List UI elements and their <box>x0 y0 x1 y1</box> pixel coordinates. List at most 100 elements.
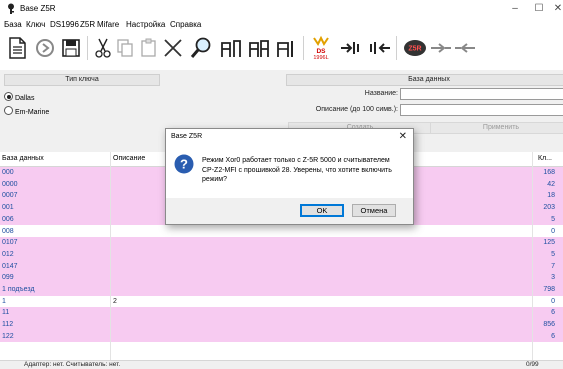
table-row[interactable]: 11 6 <box>0 307 563 320</box>
status-bar: Адаптер: нет. Считыватель: нет. 0/99 <box>0 360 563 369</box>
cell-database-name: 000 <box>2 169 14 176</box>
table-row[interactable]: 1 2 0 <box>0 295 563 308</box>
cell-database-name: 1 <box>2 297 6 305</box>
table-row[interactable]: 099 3 <box>0 272 563 284</box>
column-divider <box>110 152 111 360</box>
svg-text:Z5R: Z5R <box>408 46 421 53</box>
copy-icon[interactable] <box>112 35 138 61</box>
cell-database-name: 1 подъезд <box>2 286 35 293</box>
table-row[interactable]: 122 6 <box>0 330 563 343</box>
name-input[interactable] <box>400 88 563 100</box>
menu-help[interactable]: Справка <box>170 20 201 29</box>
cell-key-count: 42 <box>547 180 555 188</box>
column-header-description[interactable]: Описание <box>113 155 145 162</box>
app-window: Base Z5R – ☐ ✕ База Ключ DS1996 Z5R Mifa… <box>0 0 563 369</box>
cell-key-count: 5 <box>551 250 555 258</box>
question-icon: ? <box>174 154 194 174</box>
new-doc-icon[interactable] <box>4 35 30 61</box>
cell-database-name: 11 <box>2 309 10 317</box>
window-title: Base Z5R <box>20 4 56 13</box>
toolbar: DS 1996L Z5R <box>0 32 563 70</box>
cell-database-name: 099 <box>2 274 14 282</box>
close-button[interactable]: ✕ <box>547 2 563 16</box>
cell-key-count: 0 <box>551 227 555 235</box>
toolbar-separator <box>87 36 88 60</box>
cell-database-name: 001 <box>2 204 14 212</box>
svg-text:1996L: 1996L <box>313 55 328 61</box>
status-counter: 0/99 <box>526 361 539 368</box>
cell-database-name: 112 <box>2 321 14 329</box>
cell-database-name: 0147 <box>2 262 18 270</box>
database-header: База данных <box>286 74 563 86</box>
search-icon[interactable] <box>188 35 214 61</box>
list-icon[interactable] <box>274 35 300 61</box>
menu-ds1996[interactable]: DS1996 <box>50 20 79 29</box>
cell-key-count: 18 <box>547 192 555 200</box>
table-row[interactable]: 012 5 <box>0 248 563 261</box>
column-header-database[interactable]: База данных <box>2 155 44 162</box>
paste-icon[interactable] <box>136 35 162 61</box>
status-adapter: Адаптер: нет. Считыватель: нет. <box>24 361 121 368</box>
column-header-keys[interactable]: Кл... <box>538 155 552 162</box>
description-label: Описание (до 100 симв.): <box>315 106 398 113</box>
radio-em-marine[interactable]: Em-Marine <box>4 106 49 116</box>
cell-key-count: 5 <box>551 215 555 223</box>
dialog-footer: OK Отмена <box>166 198 413 224</box>
cell-key-count: 6 <box>551 309 555 317</box>
title-bar: Base Z5R – ☐ ✕ <box>0 0 563 18</box>
radio-dot-selected-icon <box>4 92 13 101</box>
cell-database-name: 008 <box>2 227 14 235</box>
radio-dallas[interactable]: Dallas <box>4 92 34 102</box>
table-row[interactable]: 112 856 <box>0 319 563 331</box>
toolbar-separator <box>303 36 304 60</box>
menu-settings[interactable]: Настройка <box>126 20 165 29</box>
table-row[interactable]: 0147 7 <box>0 260 563 273</box>
dialog-message: Режим Xor0 работает только с Z-5R 5000 и… <box>202 157 392 183</box>
table-row[interactable]: 1 подъезд 798 <box>0 284 563 296</box>
cell-key-count: 7 <box>551 262 555 270</box>
key-type-header: Тип ключа <box>4 74 160 86</box>
menu-bar: База Ключ DS1996 Z5R Mifare Настройка Сп… <box>0 18 563 32</box>
menu-mifare[interactable]: Mifare <box>97 20 119 29</box>
minimize-button[interactable]: – <box>504 2 526 16</box>
table-row[interactable]: 0107 125 <box>0 237 563 249</box>
cell-key-count: 0 <box>551 297 555 305</box>
cell-key-count: 125 <box>543 239 555 247</box>
refresh-icon[interactable] <box>32 35 58 61</box>
key-write-icon[interactable] <box>366 35 392 61</box>
menu-z5r[interactable]: Z5R <box>80 20 95 29</box>
ds1996-icon[interactable]: DS 1996L <box>308 35 334 61</box>
cell-key-count: 856 <box>543 321 555 329</box>
cell-key-count: 168 <box>543 169 555 176</box>
svg-text:DS: DS <box>316 48 326 55</box>
find-user-icon[interactable] <box>246 35 272 61</box>
menu-key[interactable]: Ключ <box>26 20 45 29</box>
svg-text:?: ? <box>180 157 188 172</box>
cell-database-name: 0007 <box>2 192 18 200</box>
description-input[interactable] <box>400 104 563 116</box>
save-icon[interactable] <box>58 35 84 61</box>
cell-key-count: 798 <box>543 286 555 293</box>
apply-button[interactable]: Применить <box>430 122 563 134</box>
table-row[interactable]: 008 0 <box>0 225 563 238</box>
cell-database-name: 0107 <box>2 239 18 247</box>
z5r-icon[interactable]: Z5R <box>402 35 428 61</box>
cell-key-count: 203 <box>543 204 555 212</box>
confirm-dialog: Base Z5R ✕ ? Режим Xor0 работает только … <box>165 128 414 225</box>
cancel-button[interactable]: Отмена <box>352 204 396 217</box>
name-label: Название: <box>364 90 398 97</box>
delete-icon[interactable] <box>160 35 186 61</box>
menu-base[interactable]: База <box>4 20 22 29</box>
column-divider <box>532 152 533 360</box>
arrow-left-icon[interactable] <box>452 35 478 61</box>
key-app-icon <box>8 3 14 14</box>
toolbar-separator <box>396 36 397 60</box>
add-user-icon[interactable] <box>218 35 244 61</box>
arrow-right-icon[interactable] <box>428 35 454 61</box>
key-read-icon[interactable] <box>338 35 364 61</box>
cell-database-name: 122 <box>2 332 14 340</box>
cell-database-name: 0000 <box>2 180 18 188</box>
dialog-close-icon[interactable]: ✕ <box>399 131 407 142</box>
ok-button[interactable]: OK <box>300 204 344 217</box>
radio-dot-icon <box>4 106 13 115</box>
